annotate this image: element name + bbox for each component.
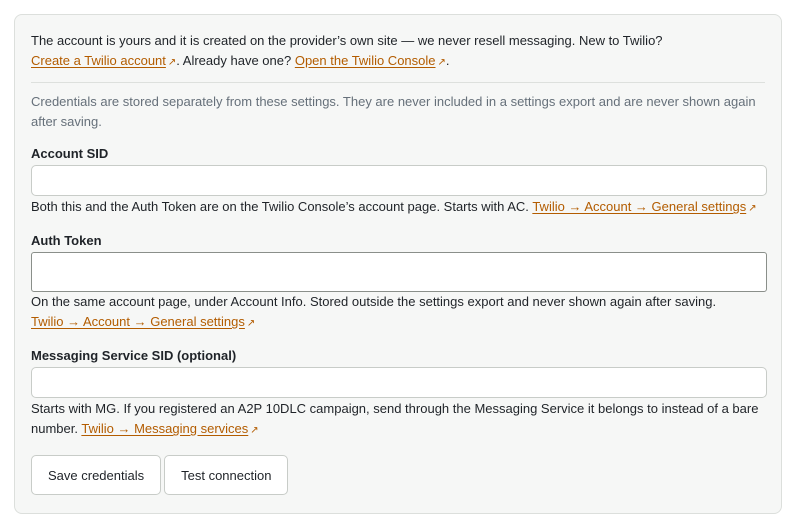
intro-text-middle: . Already have one? [176,53,292,68]
open-twilio-console-link[interactable]: Open the Twilio Console ↗ [295,53,446,68]
twilio-credentials-card: The account is yours and it is created o… [14,14,782,514]
messaging-services-link[interactable]: Twilio → Messaging services ↗ [81,421,258,436]
intro-text-end: . [445,53,450,68]
account-sid-label: Account SID [31,146,109,161]
intro-text-before: The account is yours and it is created o… [31,33,663,48]
auth-token-group: Auth Token On the same account page, und… [31,233,767,334]
auth-token-general-settings-link[interactable]: Twilio → Account → General settings ↗ [31,314,255,329]
account-sid-group: Account SID Both this and the Auth Token… [31,146,767,219]
open-twilio-console-link-label: Open the Twilio Console [294,53,436,68]
external-link-icon: ↗ [437,57,446,68]
credentials-storage-note: Credentials are stored separately from t… [31,94,756,129]
create-twilio-account-link[interactable]: Create a Twilio account ↗ [31,53,176,68]
auth-token-hint: On the same account page, under Account … [31,292,765,334]
messaging-services-link-label: Twilio → Messaging services [81,421,249,436]
messaging-service-sid-group: Messaging Service SID (optional) Starts … [31,348,767,441]
account-sid-hint-text: Both this and the Auth Token are on the … [31,199,529,214]
messaging-service-sid-hint: Starts with MG. If you registered an A2P… [31,399,765,441]
auth-token-label: Auth Token [31,233,102,248]
intro-text: The account is yours and it is created o… [31,31,765,73]
auth-token-general-settings-link-label: Twilio → Account → General settings [31,314,245,329]
section-divider [31,82,765,83]
external-link-icon: ↗ [246,318,256,329]
create-twilio-account-link-label: Create a Twilio account [31,53,166,68]
test-connection-button[interactable]: Test connection [164,455,289,495]
messaging-service-sid-label: Messaging Service SID (optional) [31,348,237,363]
action-buttons: Save credentials Test connection [31,455,765,495]
account-general-settings-link[interactable]: Twilio → Account → General settings ↗ [532,199,756,214]
account-sid-input[interactable] [31,165,767,196]
messaging-service-sid-input[interactable] [31,367,767,398]
external-link-icon: ↗ [250,425,259,436]
save-credentials-button[interactable]: Save credentials [31,455,162,495]
account-sid-hint: Both this and the Auth Token are on the … [31,197,765,219]
auth-token-hint-text: On the same account page, under Account … [31,294,717,309]
auth-token-input[interactable] [31,252,767,292]
account-general-settings-link-label: Twilio → Account → General settings [532,199,747,214]
external-link-icon: ↗ [748,203,757,214]
